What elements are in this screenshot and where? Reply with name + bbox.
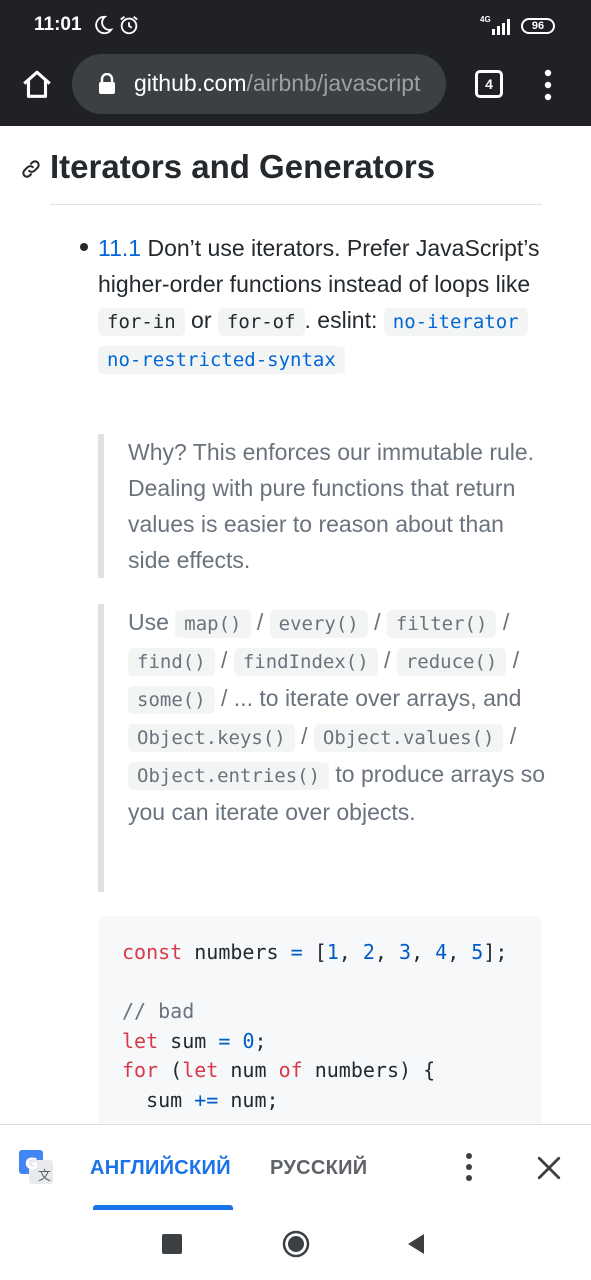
code-find: find()	[128, 648, 215, 676]
code-token: =	[290, 940, 303, 964]
code-token: const	[122, 940, 183, 964]
rule-text-eslint: . eslint:	[304, 307, 384, 333]
use-text-arrays: / ... to iterate over arrays, and	[214, 685, 522, 711]
code-comment: // bad	[122, 999, 195, 1023]
heading-divider	[50, 204, 542, 205]
link-icon[interactable]	[20, 158, 42, 180]
separator: /	[503, 723, 517, 749]
rule-paragraph: 11.1 Don’t use iterators. Prefer JavaScr…	[98, 230, 548, 378]
code-token: num;	[218, 1087, 279, 1112]
tab-source-language[interactable]: АНГЛИЙСКИЙ	[90, 1157, 231, 1180]
code-token: 5	[471, 940, 484, 964]
more-vert-icon[interactable]	[462, 1151, 476, 1183]
code-object-entries: Object.entries()	[128, 762, 330, 790]
rule-text: Don’t use iterators. Prefer JavaScript’s…	[98, 235, 540, 297]
google-translate-icon: G 文	[19, 1150, 53, 1184]
tab-target-language[interactable]: РУССКИЙ	[270, 1157, 367, 1180]
code-token: ;	[254, 1028, 267, 1053]
code-token: (	[158, 1058, 183, 1082]
code-map: map()	[175, 610, 251, 638]
alarm-icon	[120, 16, 138, 35]
code-every: every()	[269, 610, 368, 638]
svg-text:文: 文	[38, 1169, 51, 1184]
separator: /	[496, 609, 510, 635]
code-token: =	[218, 1028, 231, 1053]
lock-icon	[99, 73, 115, 94]
code-token: ,	[447, 940, 472, 964]
moon-icon	[95, 15, 114, 35]
code-object-keys: Object.keys()	[128, 724, 295, 752]
code-block: const numbers = [1, 2, 3, 4, 5]; // bad …	[98, 916, 542, 1124]
separator: /	[367, 609, 387, 635]
signal-icon	[492, 19, 510, 35]
svg-text:G: G	[25, 1154, 38, 1173]
status-time: 11:01	[34, 14, 82, 35]
recents-icon[interactable]	[162, 1234, 182, 1254]
browser-toolbar: github.com/airbnb/javascript 4	[0, 52, 591, 126]
code-token: num	[218, 1058, 279, 1082]
code-token: of	[278, 1058, 303, 1082]
code-token: let	[182, 1058, 219, 1082]
code-token: ,	[411, 940, 436, 964]
blockquote-use: Use map() / every() / filter() / find() …	[98, 604, 548, 892]
url-path: /airbnb/javascript	[246, 70, 421, 96]
address-bar[interactable]: github.com/airbnb/javascript	[72, 54, 446, 114]
code-filter: filter()	[386, 610, 497, 638]
separator: /	[294, 723, 314, 749]
home-icon[interactable]	[20, 68, 54, 102]
code-for-of: for-of	[217, 308, 305, 336]
eslint-link-no-iterator[interactable]: no-iterator	[383, 308, 528, 336]
code-token: for	[122, 1058, 159, 1082]
code-findindex: findIndex()	[233, 648, 378, 676]
code-token: ];	[483, 940, 508, 964]
use-text: Use	[128, 609, 176, 635]
code-token: sum	[122, 1087, 195, 1112]
separator: /	[377, 647, 397, 673]
code-token: ,	[338, 940, 363, 964]
code-token: 2	[362, 940, 375, 964]
status-bar: 11:01 4G 96	[0, 0, 591, 52]
translate-bar: G 文 АНГЛИЙСКИЙ РУССКИЙ	[0, 1124, 591, 1210]
code-token: sum	[158, 1028, 219, 1053]
rule-number-link[interactable]: 11.1	[98, 235, 141, 261]
code-token: let	[122, 1028, 159, 1053]
url-host: github.com	[134, 70, 247, 96]
more-vert-icon[interactable]	[540, 68, 556, 102]
code-content: const numbers = [1, 2, 3, 4, 5]; // bad …	[122, 938, 507, 1115]
code-token: 4	[435, 940, 448, 964]
code-token: 3	[399, 940, 412, 964]
code-token: 1	[326, 940, 339, 964]
system-nav-bar	[0, 1210, 591, 1280]
code-some: some()	[128, 686, 215, 714]
code-object-values: Object.values()	[313, 724, 504, 752]
close-icon[interactable]	[536, 1155, 562, 1181]
list-bullet	[80, 243, 88, 251]
tab-switcher-icon[interactable]: 4	[475, 70, 503, 98]
page-content: Iterators and Generators 11.1 Don’t use …	[0, 126, 591, 1124]
blockquote-why: Why? This enforces our immutable rule. D…	[98, 434, 548, 578]
battery-icon: 96	[521, 18, 555, 34]
code-reduce: reduce()	[396, 648, 507, 676]
back-icon[interactable]	[404, 1232, 428, 1256]
code-token: [	[302, 940, 327, 964]
section-heading: Iterators and Generators	[50, 148, 436, 185]
code-token: numbers	[182, 940, 291, 964]
code-token: numbers) {	[302, 1058, 436, 1082]
separator: /	[250, 609, 270, 635]
url-text: github.com/airbnb/javascript	[134, 70, 420, 97]
code-token: +=	[194, 1087, 219, 1112]
rule-text-or: or	[184, 307, 218, 333]
code-token: 0	[242, 1028, 255, 1053]
home-circle-icon[interactable]	[282, 1230, 310, 1258]
separator: /	[214, 647, 234, 673]
code-for-in: for-in	[98, 308, 185, 336]
eslint-link-no-restricted-syntax[interactable]: no-restricted-syntax	[98, 346, 345, 374]
separator: /	[506, 647, 520, 673]
code-token: ,	[374, 940, 400, 964]
